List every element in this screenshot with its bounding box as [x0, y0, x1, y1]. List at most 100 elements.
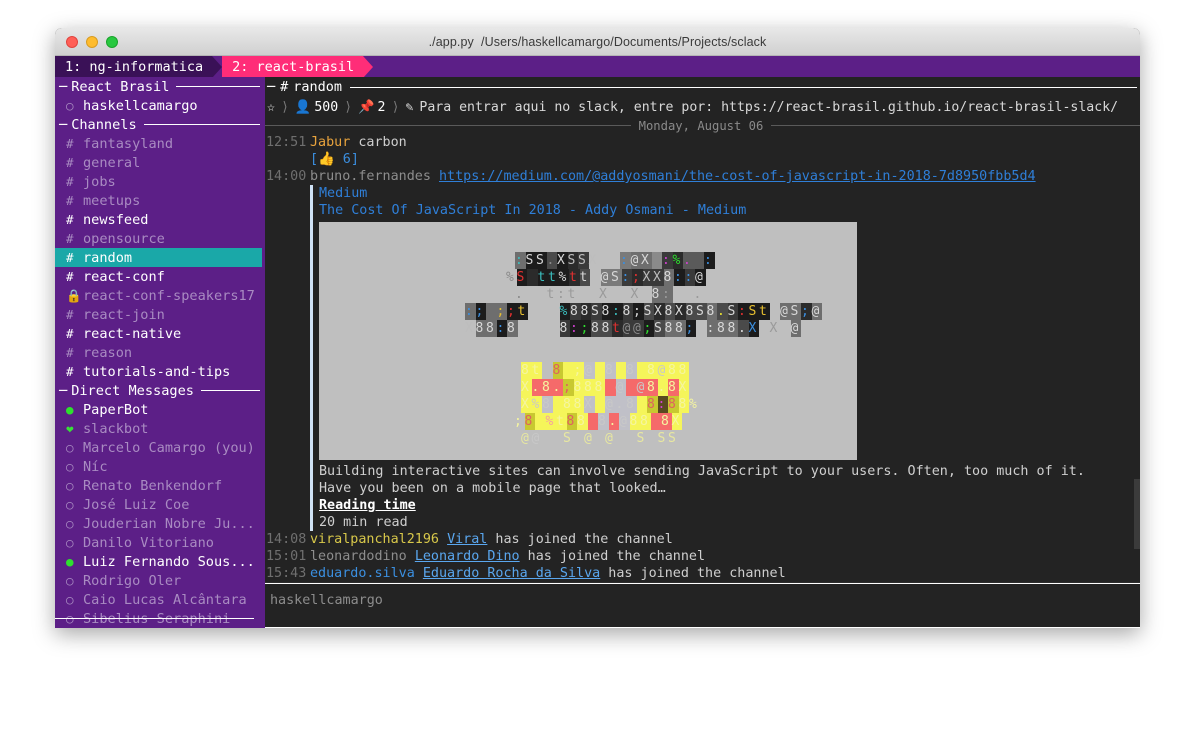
sidebar-item-react-conf-speakers17[interactable]: 🔒 react-conf-speakers17 — [55, 286, 262, 305]
ascii-cell: 8 — [668, 362, 679, 379]
ascii-cell: S — [567, 252, 578, 269]
sidebar-item-renato-benkendorf[interactable]: ○ Renato Benkendorf — [55, 476, 262, 495]
sidebar-item-slackbot[interactable]: ❤ slackbot — [55, 419, 262, 438]
message-row[interactable]: 12:51 Jabur carbon — [262, 134, 1140, 151]
reaction-badge[interactable]: [👍 6] — [310, 151, 1140, 168]
ascii-cell: 8 — [580, 303, 591, 320]
dms-rule — [200, 390, 260, 391]
close-button[interactable] — [66, 36, 78, 48]
message-list[interactable]: 12:51 Jabur carbon [👍 6] 14:00 bruno.fer… — [262, 134, 1140, 584]
offline-circle-icon: ○ — [66, 440, 74, 455]
channel-topic-text[interactable]: Para entrar aqui no slack, entre por: ht… — [419, 100, 1118, 115]
message-author[interactable]: viralpanchal2196 — [310, 532, 439, 547]
maximize-button[interactable] — [106, 36, 118, 48]
message-text: carbon — [358, 135, 407, 150]
channel-header-dash-icon: ─ — [267, 79, 276, 95]
sidebar-item-paperbot[interactable]: ● PaperBot — [55, 400, 262, 419]
ascii-cell — [626, 379, 637, 396]
message-link[interactable]: https://medium.com/@addyosmani/the-cost-… — [439, 169, 1036, 184]
sidebar-profile[interactable]: ○ haskellcamargo — [55, 96, 262, 115]
attachment-body: Medium The Cost Of JavaScript In 2018 - … — [319, 185, 1140, 531]
message-row[interactable]: 14:08 viralpanchal2196 Viral has joined … — [262, 531, 1140, 548]
ascii-cell: 8 — [507, 320, 518, 337]
message-display-name[interactable]: Viral — [447, 532, 487, 547]
message-reactions-row[interactable]: [👍 6] — [262, 151, 1140, 168]
terminal-window: ./app.py /Users/haskellcamargo/Documents… — [55, 28, 1140, 628]
ascii-cell: ; — [632, 269, 643, 286]
message-composer[interactable]: haskellcamargo — [262, 583, 1140, 628]
ascii-cell — [563, 362, 574, 379]
sidebar-item-react-native[interactable]: # react-native — [55, 324, 262, 343]
sidebar-item-marcelo-camargo[interactable]: ○ Marcelo Camargo (you) — [55, 438, 262, 457]
message-display-name[interactable]: Eduardo Rocha da Silva — [423, 566, 600, 581]
message-author[interactable]: leonardodino — [310, 549, 407, 564]
sidebar-item-luiz-fernando[interactable]: ● Luiz Fernando Sous... — [55, 552, 262, 571]
sidebar-item-meetups[interactable]: # meetups — [55, 191, 262, 210]
offline-circle-icon: ○ — [66, 497, 74, 512]
ascii-cell: t — [612, 320, 623, 337]
members-count: 500 — [314, 99, 339, 115]
message-input[interactable]: haskellcamargo — [262, 584, 1140, 608]
message-author[interactable]: bruno.fernandes — [310, 169, 431, 184]
hash-icon: # — [66, 212, 74, 227]
ascii-cell: S — [696, 303, 707, 320]
sidebar-item-opensource[interactable]: # opensource — [55, 229, 262, 248]
tmux-tab-2[interactable]: 2: react-brasil — [222, 56, 364, 78]
ascii-cell: ; — [643, 320, 654, 337]
message-scrollbar-thumb[interactable] — [1134, 479, 1140, 549]
channels-header: ─ Channels — [55, 115, 262, 134]
message-scrollbar-track[interactable] — [1134, 134, 1140, 584]
ascii-art-line-bottom: ; 8 % t 8 8 8. @8 8 8X — [514, 413, 682, 430]
message-text: has joined the channel — [600, 566, 786, 581]
sidebar-item-label: reason — [83, 344, 133, 361]
message-row[interactable]: 15:43 eduardo.silva Eduardo Rocha da Sil… — [262, 565, 1140, 582]
ascii-art-line-bottom: @ @ S @ @ S SS — [521, 430, 679, 447]
ascii-cell: ; — [507, 303, 518, 320]
sidebar-item-jobs[interactable]: # jobs — [55, 172, 262, 191]
sidebar-item-random[interactable]: # random — [55, 248, 262, 267]
message-author[interactable]: eduardo.silva — [310, 566, 415, 581]
sidebar-item-fantasyland[interactable]: # fantasyland — [55, 134, 262, 153]
sidebar-item-tutorials-and-tips[interactable]: # tutorials-and-tips — [55, 362, 262, 381]
sidebar-item-nic[interactable]: ○ Níc — [55, 457, 262, 476]
message-author[interactable]: Jabur — [310, 135, 350, 150]
ascii-cell — [528, 303, 539, 320]
star-icon[interactable]: ☆ — [267, 100, 275, 115]
ascii-cell — [650, 413, 661, 430]
sidebar-item-rodrigo-oler[interactable]: ○ Rodrigo Oler — [55, 571, 262, 590]
sidebar-item-react-conf[interactable]: # react-conf — [55, 267, 262, 286]
ascii-cell: : — [738, 303, 749, 320]
ascii-cell: : — [684, 269, 695, 286]
ascii-cell: : — [570, 320, 581, 337]
sidebar-item-danilo-vitoriano[interactable]: ○ Danilo Vitoriano — [55, 533, 262, 552]
sidebar-item-general[interactable]: # general — [55, 153, 262, 172]
window-titlebar: ./app.py /Users/haskellcamargo/Documents… — [55, 28, 1140, 56]
message-display-name[interactable]: Leonardo Dino — [415, 549, 520, 564]
message-timestamp: 15:43 — [266, 566, 307, 581]
ascii-cell: . — [738, 320, 749, 337]
ascii-art-line-bottom: X% 8 88X @. 8 8:8 8% — [521, 396, 700, 413]
ascii-art-line-top: . t:t X X 8: . — [515, 286, 704, 303]
sidebar-item-react-join[interactable]: # react-join — [55, 305, 262, 324]
ascii-cell: 8 — [566, 413, 577, 430]
message-row[interactable]: 15:01 leonardodino Leonardo Dino has joi… — [262, 548, 1140, 565]
sidebar-item-jouderian-nobre[interactable]: ○ Jouderian Nobre Ju... — [55, 514, 262, 533]
ascii-cell: : — [465, 303, 476, 320]
ascii-cell — [549, 320, 560, 337]
online-dot-icon: ● — [66, 402, 74, 417]
message-row[interactable]: 14:00 bruno.fernandes https://medium.com… — [262, 168, 1140, 185]
sidebar-item-label: Luiz Fernando Sous... — [83, 553, 255, 570]
sidebar-item-newsfeed[interactable]: # newsfeed — [55, 210, 262, 229]
ascii-cell: 8 — [605, 362, 616, 379]
hash-icon: # — [66, 269, 74, 284]
ascii-cell: : — [674, 269, 685, 286]
sidebar-item-jose-luiz-coe[interactable]: ○ José Luiz Coe — [55, 495, 262, 514]
sidebar-item-reason[interactable]: # reason — [55, 343, 262, 362]
hash-icon: # — [66, 307, 74, 322]
attachment-title[interactable]: The Cost Of JavaScript In 2018 - Addy Os… — [319, 202, 1140, 219]
offline-circle-icon: ○ — [66, 592, 74, 607]
sidebar-item-caio-lucas[interactable]: ○ Caio Lucas Alcântara — [55, 590, 262, 609]
ascii-cell: 8 — [584, 379, 595, 396]
tmux-tab-1[interactable]: 1: ng-informatica — [55, 56, 213, 78]
minimize-button[interactable] — [86, 36, 98, 48]
